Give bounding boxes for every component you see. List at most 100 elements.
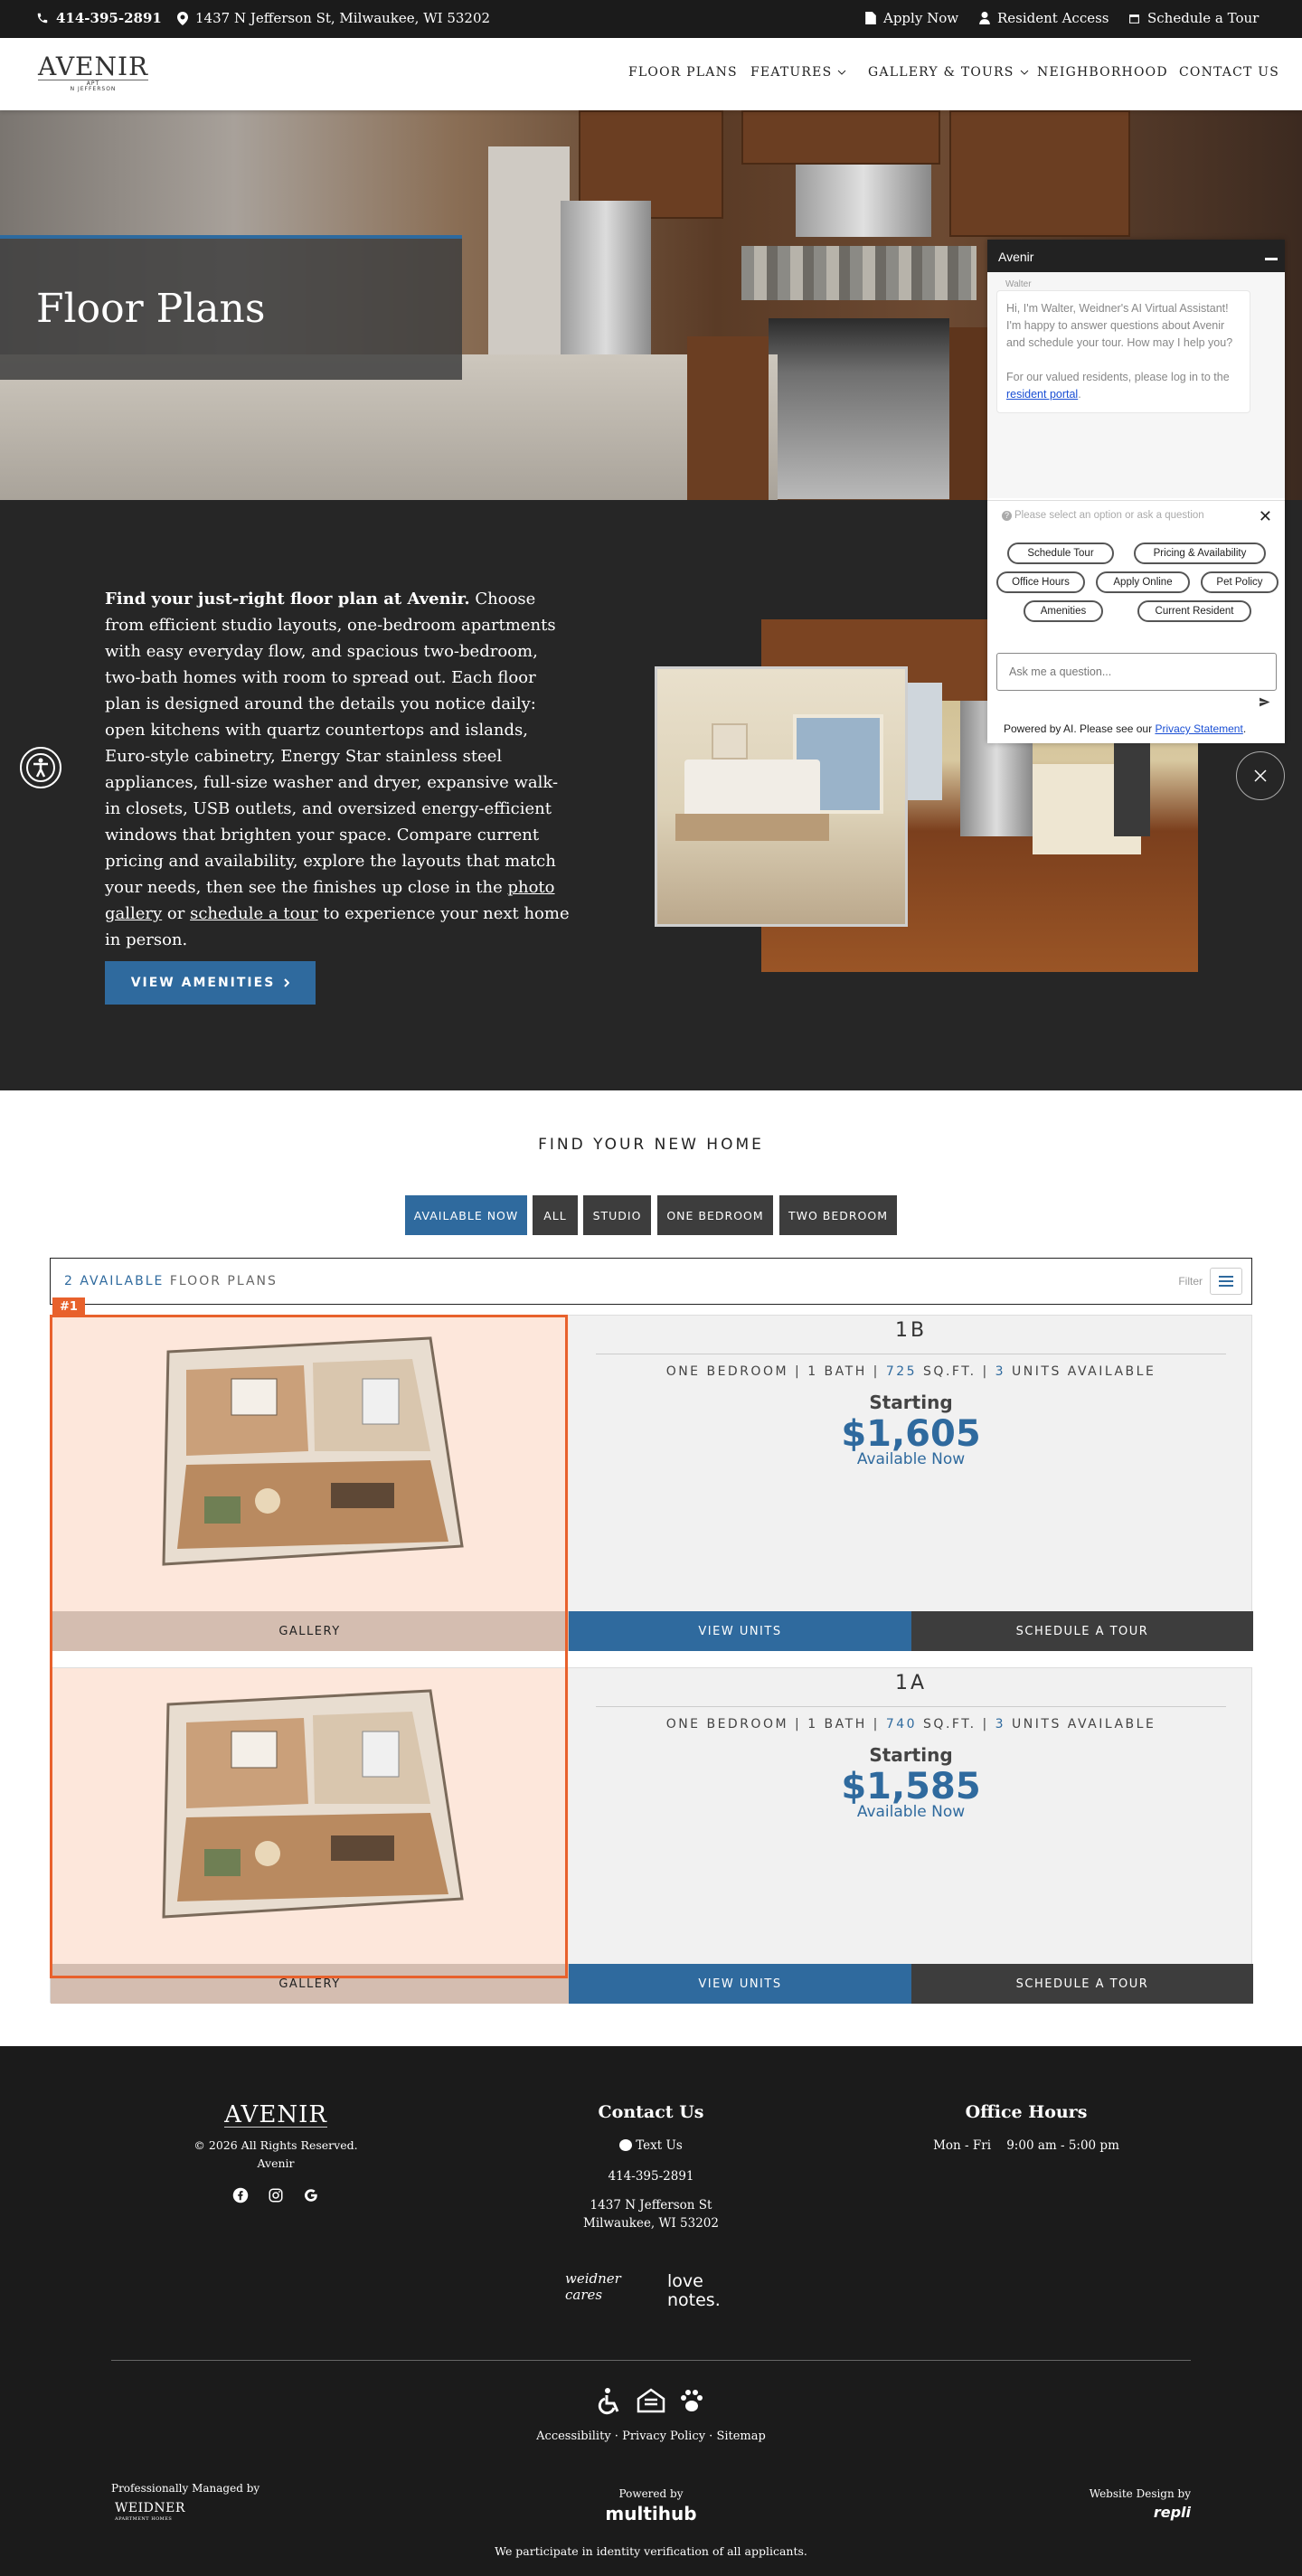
floor-plan-image[interactable] — [51, 1316, 569, 1611]
multihub-logo[interactable]: multihub — [579, 2503, 723, 2524]
section-title: FIND YOUR NEW HOME — [538, 1136, 764, 1154]
footer-phone[interactable]: 414-395-2891 — [542, 2167, 760, 2185]
chat-message-1: Hi, I'm Walter, Weidner's AI Virtual Ass… — [1006, 302, 1233, 349]
design-by: Website Design by repli — [1010, 2485, 1191, 2523]
instagram-icon[interactable] — [268, 2187, 284, 2203]
identity-verification-note: We participate in identity verification … — [495, 2544, 807, 2558]
schedule-tour-button[interactable]: SCHEDULE A TOUR — [911, 1611, 1253, 1651]
intro-paragraph: Find your just-right floor plan at Aveni… — [105, 586, 573, 953]
chat-option[interactable]: Amenities — [1024, 600, 1103, 622]
chat-option[interactable]: Pet Policy — [1201, 571, 1278, 593]
chat-footer: Powered by AI. Please see our Privacy St… — [1004, 722, 1246, 735]
footer-brand: AVENIR © 2026 All Rights Reserved. Aveni… — [176, 2103, 375, 2207]
nav-features-label: FEATURES — [750, 65, 833, 80]
chevron-down-icon — [838, 70, 846, 75]
repli-logo[interactable]: repli — [1010, 2503, 1191, 2523]
footer-divider — [111, 2360, 1191, 2361]
minimize-icon[interactable] — [1265, 258, 1278, 260]
logo-street: N JEFFERSON — [70, 86, 117, 92]
avenir-logo[interactable]: AVENIR APT N JEFFERSON — [38, 54, 148, 93]
resident-access-link[interactable]: Resident Access — [979, 10, 1109, 26]
apply-now-link[interactable]: Apply Now — [865, 10, 958, 26]
send-icon[interactable] — [1259, 696, 1270, 711]
hours-time: 9:00 am - 5:00 pm — [1006, 2138, 1119, 2153]
address-link[interactable]: 1437 N Jefferson St, Milwaukee, WI 53202 — [177, 10, 490, 26]
chevron-right-icon — [284, 978, 290, 987]
schedule-tour-inline-link[interactable]: schedule a tour — [190, 904, 318, 923]
plan-availability: Available Now — [856, 1803, 966, 1821]
chat-footer-end: . — [1242, 722, 1247, 735]
person-icon — [979, 12, 990, 24]
schedule-tour-button[interactable]: SCHEDULE A TOUR — [911, 1964, 1253, 2004]
schedule-tour-label: Schedule a Tour — [1147, 10, 1260, 26]
powered-by-label: Powered by — [618, 2487, 684, 2500]
filter-menu-button[interactable] — [1210, 1268, 1242, 1295]
chat-option[interactable]: Current Resident — [1137, 600, 1251, 622]
accessibility-link[interactable]: Accessibility — [536, 2430, 611, 2443]
schedule-tour-link[interactable]: Schedule a Tour — [1128, 10, 1259, 26]
filter-all[interactable]: ALL — [533, 1195, 578, 1235]
filter-two-bedroom[interactable]: TWO BEDROOM — [779, 1195, 897, 1235]
plan-divider — [596, 1706, 1226, 1707]
nav-floor-plans[interactable]: FLOOR PLANS — [628, 65, 738, 80]
chat-sender: Walter — [1005, 279, 1032, 289]
plan-units: 3 — [995, 1717, 1006, 1731]
nav-features[interactable]: FEATURES — [750, 65, 846, 80]
chat-option[interactable]: Pricing & Availability — [1134, 543, 1266, 564]
nav-neighborhood[interactable]: NEIGHBORHOOD — [1037, 65, 1168, 80]
view-amenities-button[interactable]: VIEW AMENITIES — [105, 961, 316, 1005]
compliance-icons — [579, 2386, 723, 2419]
chevron-down-icon — [1020, 70, 1028, 75]
nav-contact-us[interactable]: CONTACT US — [1179, 65, 1279, 80]
accessibility-button[interactable] — [20, 747, 61, 788]
weidner-logo[interactable]: WEIDNER APARTMENT HOMES — [115, 2502, 292, 2524]
facebook-icon[interactable] — [232, 2187, 249, 2203]
plan-starting: Starting — [869, 1744, 953, 1766]
gallery-button[interactable]: GALLERY — [51, 1611, 569, 1651]
managed-by: Professionally Managed by WEIDNER APARTM… — [111, 2479, 292, 2524]
text-us-link[interactable]: Text Us — [542, 2137, 760, 2155]
filter-available-now[interactable]: AVAILABLE NOW — [405, 1195, 527, 1235]
intro-text-2: or — [162, 904, 191, 923]
nav-gallery-tours[interactable]: GALLERY & TOURS — [868, 65, 1029, 80]
site-header: AVENIR APT N JEFFERSON FLOOR PLANS FEATU… — [0, 38, 1302, 110]
social-links — [176, 2187, 375, 2207]
filter-one-bedroom[interactable]: ONE BEDROOM — [657, 1195, 773, 1235]
plan-price: $1,585 — [841, 1766, 981, 1807]
chat-option[interactable]: Office Hours — [996, 571, 1085, 593]
plan-units-label: UNITS AVAILABLE — [1012, 1717, 1156, 1731]
chat-option[interactable]: Apply Online — [1096, 571, 1190, 593]
privacy-policy-link[interactable]: Privacy Policy — [622, 2430, 705, 2443]
plan-sqft-unit: SQ.FT. — [923, 1364, 976, 1379]
close-icon[interactable]: ✕ — [1259, 507, 1272, 526]
chat-title: Avenir — [998, 250, 1034, 264]
phone-link[interactable]: 414-395-2891 — [36, 10, 162, 26]
weidner-cares-logo[interactable]: weidner cares — [565, 2270, 646, 2303]
gallery-button[interactable]: GALLERY — [51, 1964, 569, 2004]
sitemap-link[interactable]: Sitemap — [716, 2430, 765, 2443]
view-units-button[interactable]: VIEW UNITS — [569, 1611, 911, 1651]
chat-widget: Avenir Walter Hi, I'm Walter, Weidner's … — [987, 240, 1285, 743]
love-notes-logo[interactable]: love notes. — [667, 2272, 749, 2310]
google-icon[interactable] — [303, 2187, 319, 2203]
filter-studio[interactable]: STUDIO — [583, 1195, 651, 1235]
close-chat-button[interactable] — [1236, 751, 1285, 800]
plan-availability: Available Now — [856, 1450, 966, 1468]
chat-input[interactable]: Ask me a question... — [996, 653, 1277, 691]
floor-plan-image[interactable] — [51, 1668, 569, 1964]
chat-option[interactable]: Schedule Tour — [1007, 543, 1114, 564]
privacy-statement-link[interactable]: Privacy Statement — [1155, 722, 1242, 735]
plan-name: 1A — [894, 1672, 928, 1694]
hero-title-box: Floor Plans — [0, 235, 462, 380]
plan-bath: 1 BATH — [807, 1364, 867, 1379]
chat-period: . — [1078, 388, 1081, 401]
managed-by-label: Professionally Managed by — [111, 2482, 260, 2495]
footer-links: Accessibility · Privacy Policy · Sitemap — [536, 2430, 766, 2443]
view-units-button[interactable]: VIEW UNITS — [569, 1964, 911, 2004]
footer-logo[interactable]: AVENIR — [224, 2103, 327, 2128]
document-icon — [865, 12, 876, 24]
plan-name: 1B — [894, 1319, 928, 1342]
resident-portal-link[interactable]: resident portal — [1006, 388, 1078, 401]
address-text: 1437 N Jefferson St, Milwaukee, WI 53202 — [195, 10, 491, 26]
page-title: Floor Plans — [36, 286, 266, 332]
